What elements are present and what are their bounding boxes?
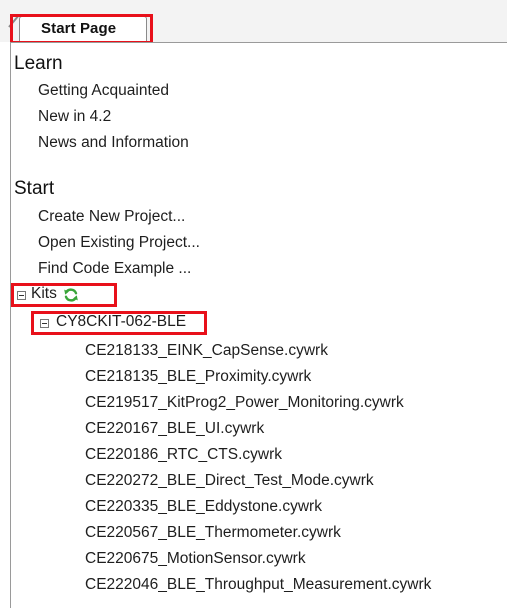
link-getting-acquainted[interactable]: Getting Acquainted <box>38 82 169 100</box>
link-open-existing-project[interactable]: Open Existing Project... <box>38 234 200 252</box>
kits-highlight-box <box>11 283 117 307</box>
start-heading: Start <box>14 178 55 199</box>
kit-file-item[interactable]: CE220675_MotionSensor.cywrk <box>85 550 306 568</box>
kit-file-item[interactable]: CE222046_BLE_Throughput_Measurement.cywr… <box>85 576 431 594</box>
kit-file-item[interactable]: CE220167_BLE_UI.cywrk <box>85 420 264 438</box>
link-find-code-example[interactable]: Find Code Example ... <box>38 260 191 278</box>
kit-file-item[interactable]: CE220335_BLE_Eddystone.cywrk <box>85 498 322 516</box>
link-create-new-project[interactable]: Create New Project... <box>38 208 185 226</box>
kit-file-item[interactable]: CE218135_BLE_Proximity.cywrk <box>85 368 311 386</box>
link-new-in-42[interactable]: New in 4.2 <box>38 108 111 126</box>
kit-highlight-box <box>31 311 207 335</box>
kit-file-item[interactable]: CE220567_BLE_Thermometer.cywrk <box>85 524 341 542</box>
tab-strip: Start Page <box>0 0 507 44</box>
tab-highlight-box <box>10 14 153 44</box>
kit-file-item[interactable]: CE220272_BLE_Direct_Test_Mode.cywrk <box>85 472 374 490</box>
link-news-and-information[interactable]: News and Information <box>38 134 189 152</box>
kit-file-item[interactable]: CE220186_RTC_CTS.cywrk <box>85 446 282 464</box>
kit-file-item[interactable]: CE218133_EINK_CapSense.cywrk <box>85 342 328 360</box>
learn-heading: Learn <box>14 53 63 74</box>
kit-file-item[interactable]: CE219517_KitProg2_Power_Monitoring.cywrk <box>85 394 404 412</box>
